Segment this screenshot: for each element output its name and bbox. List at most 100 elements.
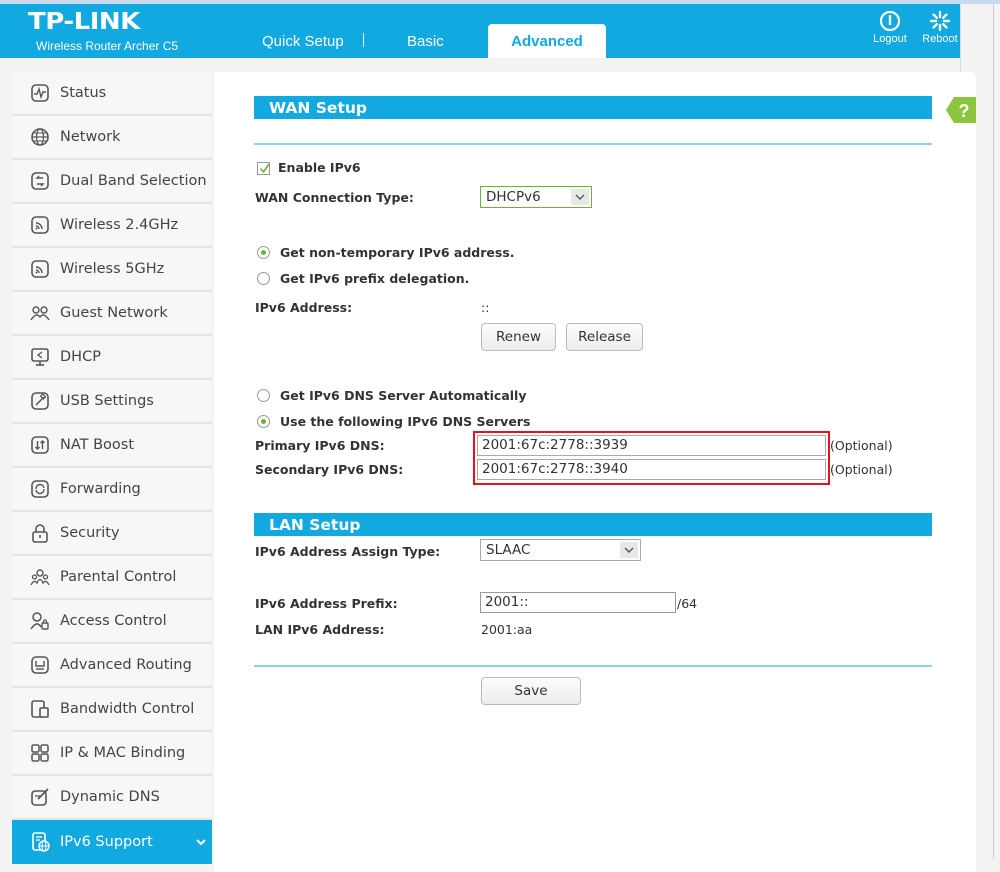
sidebar-item-label: Access Control (60, 613, 167, 629)
chevron-down-icon (571, 189, 589, 205)
ipv6-address-label: IPv6 Address: (255, 300, 353, 315)
sidebar-item-label: Guest Network (60, 305, 168, 321)
prefix-label: IPv6 Address Prefix: (255, 596, 398, 611)
secondary-dns-optional: (Optional) (830, 462, 893, 477)
sidebar-item-wireless-5ghz[interactable]: Wireless 5GHz (12, 248, 212, 292)
sidebar-item-label: Status (60, 85, 107, 101)
assign-type-label: IPv6 Address Assign Type: (255, 544, 441, 559)
main-panel: ? WAN Setup Enable IPv6 WAN Connection T… (214, 72, 976, 872)
radio-dns-manual[interactable] (257, 415, 270, 428)
wan-setup-header: WAN Setup (254, 96, 932, 119)
check-icon (259, 163, 270, 174)
binding-icon (30, 743, 50, 763)
tab-advanced[interactable]: Advanced (488, 24, 606, 58)
logout-label: Logout (873, 33, 907, 45)
reboot-button[interactable]: Reboot (915, 10, 965, 45)
radio-prefix-delegation[interactable] (257, 272, 270, 285)
sidebar-item-label: Forwarding (60, 481, 141, 497)
wireless-icon (30, 215, 50, 235)
sidebar-item-label: USB Settings (60, 393, 154, 409)
ipv6-icon (30, 832, 50, 852)
tab-quick-setup[interactable]: Quick Setup (262, 33, 344, 67)
prefix-delegation-label: Get IPv6 prefix delegation. (280, 271, 470, 286)
secondary-dns-label: Secondary IPv6 DNS: (255, 462, 404, 477)
sidebar-item-advanced-routing[interactable]: Advanced Routing (12, 644, 212, 688)
lock-icon (30, 523, 50, 543)
window-scroll-edge (993, 4, 994, 859)
sidebar-item-ip-mac-binding[interactable]: IP & MAC Binding (12, 732, 212, 776)
lan-ipv6-address-label: LAN IPv6 Address: (255, 622, 385, 637)
usb-icon (30, 391, 50, 411)
ipv6-address-value: :: (481, 300, 490, 315)
sidebar-item-wireless-2-4ghz[interactable]: Wireless 2.4GHz (12, 204, 212, 248)
release-button[interactable]: Release (566, 323, 643, 351)
lan-ipv6-address-value: 2001:aa (481, 622, 533, 637)
sidebar: Status Network Dual Band Selection Wireless… (12, 72, 212, 864)
prefix-input[interactable]: 2001:: (480, 592, 676, 613)
dhcp-icon (30, 347, 50, 367)
sidebar-item-label: Dual Band Selection (60, 173, 207, 189)
wan-connection-type-value: DHCPv6 (486, 189, 541, 205)
sidebar-item-access-control[interactable]: Access Control (12, 600, 212, 644)
access-control-icon (30, 611, 50, 631)
sidebar-item-forwarding[interactable]: Forwarding (12, 468, 212, 512)
save-button[interactable]: Save (481, 677, 581, 705)
sidebar-item-label: Bandwidth Control (60, 701, 195, 717)
wan-connection-type-select[interactable]: DHCPv6 (480, 186, 592, 208)
sidebar-item-label: Parental Control (60, 569, 177, 585)
sidebar-item-dual-band-selection[interactable]: Dual Band Selection (12, 160, 212, 204)
guest-network-icon (30, 303, 50, 323)
primary-dns-optional: (Optional) (830, 438, 893, 453)
sidebar-item-label: IPv6 Support (60, 834, 153, 850)
renew-button[interactable]: Renew (481, 323, 556, 351)
chevron-down-icon (196, 834, 206, 850)
prefix-length: /64 (677, 596, 698, 611)
top-header: TP-LINK Wireless Router Archer C5 Quick … (0, 4, 960, 58)
sidebar-item-dynamic-dns[interactable]: Dynamic DNS (12, 776, 212, 820)
sidebar-item-label: Wireless 5GHz (60, 261, 165, 277)
wan-connection-type-label: WAN Connection Type: (255, 190, 414, 205)
wireless-icon (30, 259, 50, 279)
nav-separator (363, 33, 364, 47)
enable-ipv6-label: Enable IPv6 (278, 160, 361, 175)
sidebar-item-label: Dynamic DNS (60, 789, 160, 805)
sidebar-item-label: Advanced Routing (60, 657, 192, 673)
forwarding-icon (30, 479, 50, 499)
sidebar-item-label: IP & MAC Binding (60, 745, 186, 761)
routing-icon (30, 655, 50, 675)
sidebar-item-dhcp[interactable]: DHCP (12, 336, 212, 380)
nat-boost-icon (30, 435, 50, 455)
sidebar-item-label: NAT Boost (60, 437, 135, 453)
sidebar-item-label: Wireless 2.4GHz (60, 217, 179, 233)
help-icon: ? (959, 101, 970, 121)
dns-auto-label: Get IPv6 DNS Server Automatically (280, 388, 527, 403)
parental-control-icon (30, 567, 50, 587)
logout-button[interactable]: Logout (865, 10, 915, 45)
sidebar-item-usb-settings[interactable]: USB Settings (12, 380, 212, 424)
sidebar-item-ipv6-support[interactable]: IPv6 Support (12, 820, 212, 864)
radio-dns-auto[interactable] (257, 389, 270, 402)
primary-dns-label: Primary IPv6 DNS: (255, 438, 385, 453)
sidebar-item-label: Network (60, 129, 121, 145)
radio-non-temporary-address[interactable] (257, 246, 270, 259)
tab-basic[interactable]: Basic (407, 33, 444, 67)
router-model: Wireless Router Archer C5 (36, 39, 179, 53)
sidebar-item-security[interactable]: Security (12, 512, 212, 556)
sidebar-item-label: Security (60, 525, 120, 541)
bandwidth-icon (30, 699, 50, 719)
sidebar-item-nat-boost[interactable]: NAT Boost (12, 424, 212, 468)
assign-type-select[interactable]: SLAAC (480, 539, 641, 561)
lan-setup-header: LAN Setup (254, 513, 932, 536)
sidebar-item-guest-network[interactable]: Guest Network (12, 292, 212, 336)
brand-logo: TP-LINK (28, 8, 140, 36)
non-temporary-address-label: Get non-temporary IPv6 address. (280, 245, 515, 260)
sidebar-item-bandwidth-control[interactable]: Bandwidth Control (12, 688, 212, 732)
sidebar-item-status[interactable]: Status (12, 72, 212, 116)
sidebar-item-parental-control[interactable]: Parental Control (12, 556, 212, 600)
help-button[interactable]: ? (946, 97, 976, 123)
sidebar-item-network[interactable]: Network (12, 116, 212, 160)
assign-type-value: SLAAC (486, 542, 531, 558)
chevron-down-icon (620, 542, 638, 558)
sidebar-item-label: DHCP (60, 349, 101, 365)
enable-ipv6-checkbox[interactable] (257, 162, 270, 175)
